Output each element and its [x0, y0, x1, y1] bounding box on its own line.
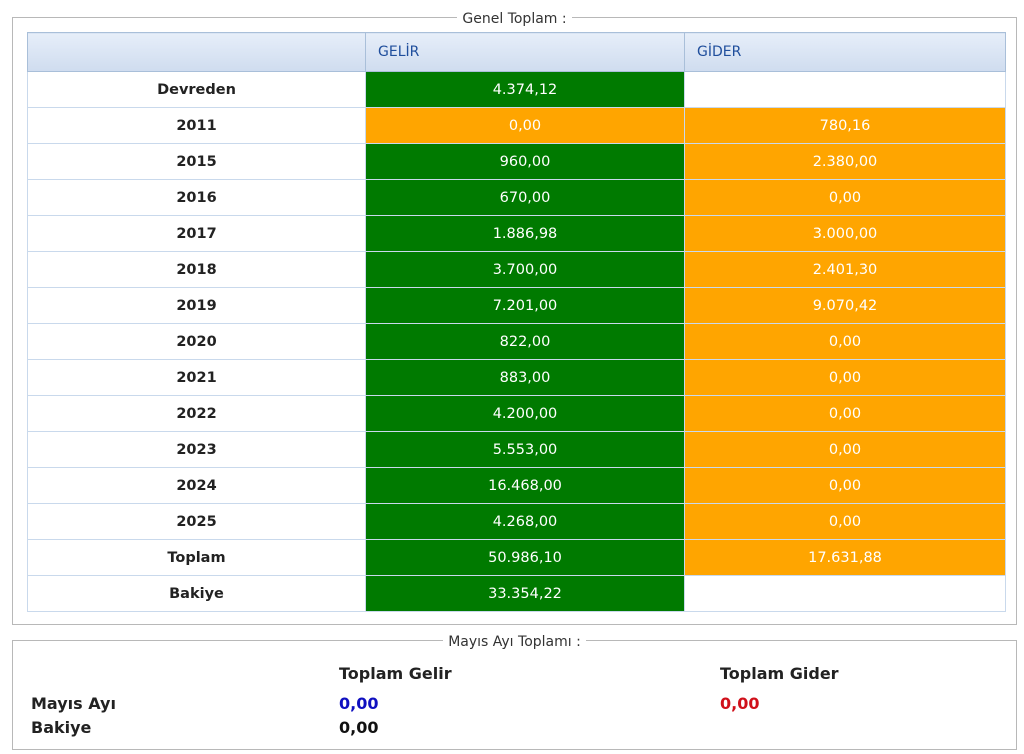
gider-cell: 780,16 — [684, 107, 1006, 144]
row-label: 2022 — [27, 395, 366, 432]
genel-toplam-table: GELİR GİDER Devreden 4.374,12 2011 0,00 780,… — [27, 32, 1006, 612]
row-label: 2024 — [27, 467, 366, 504]
gider-cell: 2.380,00 — [684, 143, 1006, 180]
table-row: 2024 16.468,00 0,00 — [27, 467, 1006, 504]
table-row: Devreden 4.374,12 — [27, 71, 1006, 108]
row-label: 2019 — [27, 287, 366, 324]
gider-cell: 0,00 — [684, 431, 1006, 468]
bakiye-label: Bakiye — [31, 718, 92, 737]
gelir-cell: 4.200,00 — [365, 395, 685, 432]
table-row: 2022 4.200,00 0,00 — [27, 395, 1006, 432]
gider-cell: 0,00 — [684, 467, 1006, 504]
table-row: 2017 1.886,98 3.000,00 — [27, 215, 1006, 252]
gider-cell: 2.401,30 — [684, 251, 1006, 288]
gelir-cell: 50.986,10 — [365, 539, 685, 576]
gelir-cell: 0,00 — [365, 107, 685, 144]
row-label: 2011 — [27, 107, 366, 144]
table-row: 2023 5.553,00 0,00 — [27, 431, 1006, 468]
row-label: 2020 — [27, 323, 366, 360]
row-label: 2016 — [27, 179, 366, 216]
gelir-cell: 883,00 — [365, 359, 685, 396]
gider-cell: 0,00 — [684, 395, 1006, 432]
table-row: 2011 0,00 780,16 — [27, 107, 1006, 144]
gelir-cell: 670,00 — [365, 179, 685, 216]
mayis-bakiye-value: 0,00 — [339, 718, 379, 737]
table-row: 2020 822,00 0,00 — [27, 323, 1006, 360]
toplam-gelir-heading: Toplam Gelir — [339, 664, 452, 683]
mayis-toplam-panel: Mayıs Ayı Toplamı : Toplam Gelir Toplam … — [12, 634, 1017, 750]
column-header-gider[interactable]: GİDER — [684, 32, 1006, 72]
table-row: 2016 670,00 0,00 — [27, 179, 1006, 216]
gelir-cell: 33.354,22 — [365, 575, 685, 612]
gelir-cell: 822,00 — [365, 323, 685, 360]
gelir-cell: 16.468,00 — [365, 467, 685, 504]
row-label: 2023 — [27, 431, 366, 468]
column-header-gelir[interactable]: GELİR — [365, 32, 685, 72]
gider-cell: 9.070,42 — [684, 287, 1006, 324]
gider-cell: 0,00 — [684, 359, 1006, 396]
mayis-gider-value: 0,00 — [720, 694, 760, 713]
table-row: 2019 7.201,00 9.070,42 — [27, 287, 1006, 324]
gelir-cell: 1.886,98 — [365, 215, 685, 252]
gelir-cell: 3.700,00 — [365, 251, 685, 288]
mayis-toplam-legend: Mayıs Ayı Toplamı : — [13, 631, 1016, 651]
table-row: 2021 883,00 0,00 — [27, 359, 1006, 396]
row-label: Bakiye — [27, 575, 366, 612]
genel-toplam-legend: Genel Toplam : — [13, 8, 1016, 28]
gider-cell: 0,00 — [684, 503, 1006, 540]
mayis-ayi-label: Mayıs Ayı — [31, 694, 116, 713]
column-header-label — [27, 32, 366, 72]
gider-cell: 0,00 — [684, 323, 1006, 360]
row-label: 2021 — [27, 359, 366, 396]
row-label: 2018 — [27, 251, 366, 288]
table-row: Toplam 50.986,10 17.631,88 — [27, 539, 1006, 576]
row-label: Devreden — [27, 71, 366, 108]
table-header-row: GELİR GİDER — [27, 32, 1006, 72]
table-row: 2015 960,00 2.380,00 — [27, 143, 1006, 180]
gider-cell: 0,00 — [684, 179, 1006, 216]
gider-cell: 17.631,88 — [684, 539, 1006, 576]
gelir-cell: 4.268,00 — [365, 503, 685, 540]
genel-toplam-panel: Genel Toplam : GELİR GİDER Devreden 4.374… — [12, 11, 1017, 625]
gelir-cell: 5.553,00 — [365, 431, 685, 468]
row-label: 2025 — [27, 503, 366, 540]
gelir-cell: 960,00 — [365, 143, 685, 180]
row-label: 2015 — [27, 143, 366, 180]
gelir-cell: 4.374,12 — [365, 71, 685, 108]
gelir-cell: 7.201,00 — [365, 287, 685, 324]
gider-cell — [684, 71, 1006, 108]
table-row: Bakiye 33.354,22 — [27, 575, 1006, 612]
table-row: 2018 3.700,00 2.401,30 — [27, 251, 1006, 288]
gider-cell — [684, 575, 1006, 612]
gider-cell: 3.000,00 — [684, 215, 1006, 252]
mayis-gelir-value: 0,00 — [339, 694, 379, 713]
row-label: Toplam — [27, 539, 366, 576]
row-label: 2017 — [27, 215, 366, 252]
toplam-gider-heading: Toplam Gider — [720, 664, 839, 683]
table-row: 2025 4.268,00 0,00 — [27, 503, 1006, 540]
